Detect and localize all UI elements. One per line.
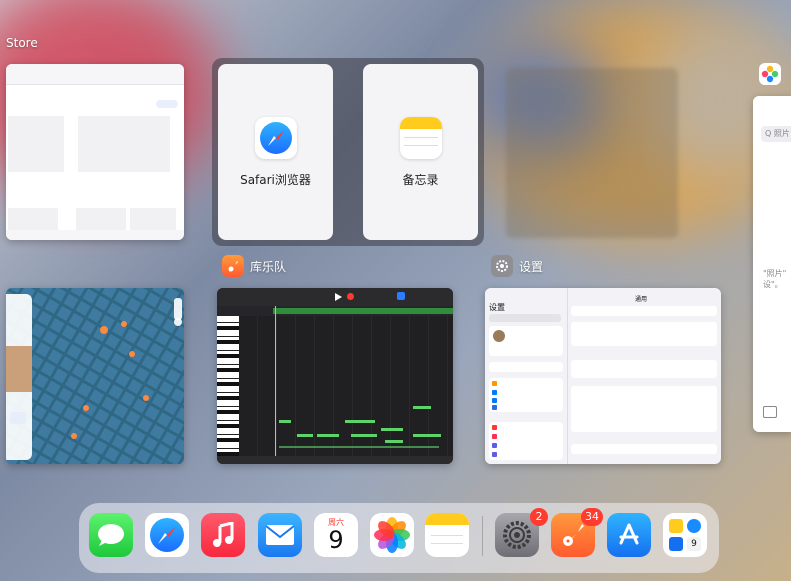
settings-detail-title: 通用: [635, 296, 648, 303]
dock-photos[interactable]: [370, 513, 414, 557]
dock-messages[interactable]: [89, 513, 133, 557]
dock-notes[interactable]: [425, 513, 469, 557]
garageband-small-icon: [222, 255, 244, 277]
note[interactable]: [279, 446, 439, 448]
garageband-play-icon: [335, 293, 342, 301]
note[interactable]: [279, 420, 291, 423]
photos-icon: [759, 63, 781, 85]
gear-icon: [503, 521, 531, 549]
garageband-badge: 34: [581, 508, 603, 526]
note[interactable]: [381, 428, 403, 431]
dock-mail[interactable]: [258, 513, 302, 557]
recent-notes-mini-icon: [669, 519, 683, 533]
dock-calendar[interactable]: 周六 9: [314, 513, 358, 557]
dock-music[interactable]: [201, 513, 245, 557]
photos-toolbar-icon: [763, 406, 777, 418]
dock-safari[interactable]: [145, 513, 189, 557]
settings-card[interactable]: 设置 通用: [485, 288, 721, 464]
note[interactable]: [297, 434, 313, 437]
settings-row[interactable]: [571, 444, 717, 454]
safari-icon: [254, 116, 297, 159]
avatar: [493, 330, 505, 342]
app-store-card[interactable]: [6, 64, 184, 240]
calendar-day: 9: [328, 525, 344, 554]
notes-tile[interactable]: 备忘录: [363, 64, 478, 240]
wifi-icon: [492, 390, 497, 395]
focus-icon: [492, 443, 497, 448]
dock-recent-apps[interactable]: 9: [663, 513, 707, 557]
recent-safari-mini-icon: [687, 519, 701, 533]
notes-icon: [399, 116, 442, 159]
note[interactable]: [345, 420, 375, 423]
mail-icon: [265, 525, 295, 545]
settings-search[interactable]: [489, 314, 561, 322]
airplane-icon: [492, 381, 497, 386]
notes-tile-label: 备忘录: [402, 172, 439, 187]
messages-icon: [98, 524, 124, 546]
sounds-icon: [492, 434, 497, 439]
settings-row[interactable]: [571, 360, 717, 378]
photos-icon: [374, 517, 410, 553]
recent-calendar-mini-icon: 9: [687, 537, 701, 551]
maps-card[interactable]: [6, 288, 184, 464]
photos-card[interactable]: Q 照片 "照片" 设"。: [753, 96, 791, 432]
settings-badge: 2: [530, 508, 548, 526]
notifications-icon: [492, 425, 497, 430]
maps-sidebar-panel[interactable]: [6, 294, 32, 460]
settings-title: 设置: [489, 303, 505, 312]
screen-time-icon: [492, 452, 497, 457]
vpn-icon: [492, 405, 497, 410]
piano-keys[interactable]: [217, 316, 239, 456]
safari-tile-label: Safari浏览器: [240, 172, 311, 187]
note[interactable]: [413, 406, 431, 409]
dock-app-store[interactable]: [607, 513, 651, 557]
note[interactable]: [351, 434, 377, 437]
safari-tile[interactable]: Safari浏览器: [218, 64, 333, 240]
dock-separator: [482, 516, 483, 556]
garageband-label: 库乐队: [222, 255, 286, 277]
settings-row[interactable]: [571, 322, 717, 346]
playhead[interactable]: [275, 306, 276, 464]
note[interactable]: [413, 434, 441, 437]
garageband-metronome-icon: [397, 292, 405, 300]
settings-row[interactable]: [571, 386, 717, 432]
bluetooth-icon: [492, 398, 497, 403]
photos-snippet: "照片" 设"。: [763, 269, 787, 289]
maps-map-view[interactable]: [6, 288, 184, 464]
app-store-icon: [619, 523, 639, 545]
settings-small-icon: [491, 255, 513, 277]
settings-sidebar: 设置: [485, 288, 568, 464]
recent-app-store-mini-icon: [669, 537, 683, 551]
notes-icon: [425, 513, 469, 525]
garageband-card[interactable]: [217, 288, 453, 464]
settings-label: 设置: [491, 255, 543, 277]
safari-icon: [150, 518, 184, 552]
settings-row[interactable]: [571, 306, 717, 316]
note[interactable]: [385, 440, 403, 443]
guitar-icon: [563, 524, 584, 546]
garageband-record-icon: [347, 293, 354, 300]
music-note-icon: [213, 522, 234, 547]
note[interactable]: [317, 434, 339, 437]
settings-profile[interactable]: [489, 326, 563, 356]
blurred-app-card[interactable]: [506, 68, 678, 238]
app-store-label: Store: [6, 36, 38, 50]
photos-search-field[interactable]: Q 照片: [761, 126, 791, 142]
